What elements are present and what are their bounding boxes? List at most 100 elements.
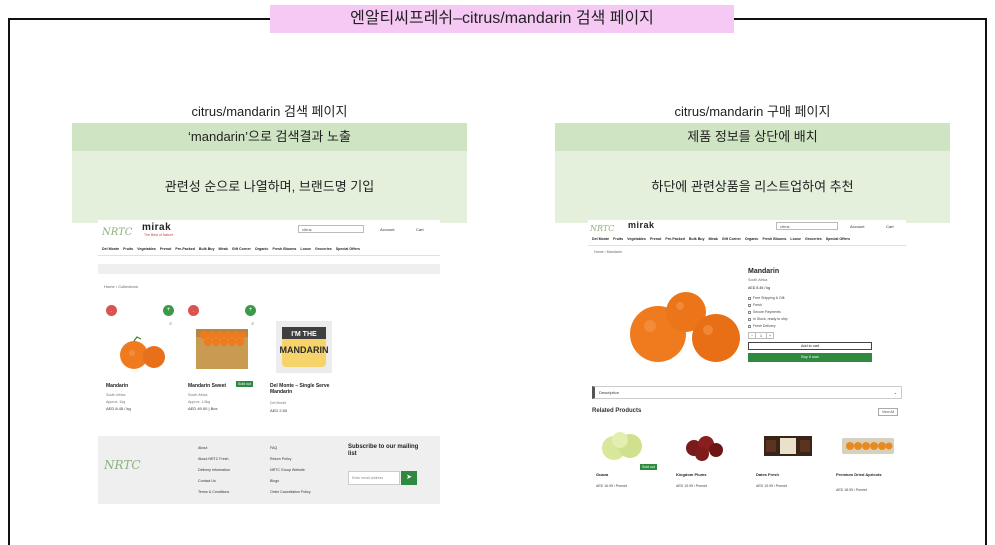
nav-item[interactable]: Loose [300, 247, 311, 251]
mirak-logo[interactable]: mirak [628, 220, 655, 230]
buy-now-button[interactable]: Buy it now [748, 353, 872, 362]
nav-item[interactable]: Mirak [708, 237, 717, 241]
footer-link[interactable]: Contact Us [198, 479, 230, 483]
nav-item[interactable]: Mirak [218, 247, 227, 251]
product-name[interactable]: Mandarin Sweet [188, 383, 256, 389]
product-image-mandarin-box[interactable] [186, 315, 258, 377]
footer-links-col-2: FAQ Return Policy NRTC Group Website Blo… [270, 446, 311, 501]
breadcrumb-separator: › [604, 250, 606, 254]
nav-item[interactable]: Bulk Buy [689, 237, 705, 241]
footer-link[interactable]: Delivery Information [198, 468, 230, 472]
nav-item[interactable]: Prenut [160, 247, 171, 251]
nav-item[interactable]: Gift Corner [722, 237, 741, 241]
product-origin: South Africa [748, 278, 768, 282]
subscribe-email-input[interactable]: Enter email address [348, 471, 400, 485]
related-product-name[interactable]: Kingdom Plums [676, 472, 736, 477]
nrtc-logo[interactable]: NRTC [590, 224, 614, 233]
footer-link[interactable]: About NRTC Fresh [198, 457, 230, 461]
quantity-input[interactable]: 1 [756, 332, 766, 339]
footer-link[interactable]: FAQ [270, 446, 311, 450]
related-image-apricots[interactable] [836, 426, 898, 464]
nav-item[interactable]: Pre-Packed [175, 247, 195, 251]
nav-item[interactable]: Special Offers [826, 237, 850, 241]
qty-plus-button[interactable]: + [766, 332, 774, 339]
product-image-mandarin[interactable] [104, 315, 176, 377]
product-card[interactable]: I'M THE MANDARIN Del Monte – Single Serv… [268, 305, 340, 425]
nav-item[interactable]: Organic [255, 247, 269, 251]
nav-item[interactable]: Bulk Buy [199, 247, 215, 251]
nav-item[interactable]: Fresh Blooms [272, 247, 296, 251]
cart-link[interactable]: Cart [886, 224, 894, 229]
add-to-cart-button[interactable]: Add to cart [748, 342, 872, 350]
related-product-price: AED 19.95 / Punnet [756, 484, 787, 488]
product-image-del-monte-cup[interactable]: I'M THE MANDARIN [268, 315, 340, 377]
product-name[interactable]: Mandarin [106, 383, 174, 389]
search-input[interactable]: citrus [776, 222, 838, 230]
view-all-button[interactable]: View All [878, 408, 899, 416]
nrtc-logo[interactable]: NRTC [102, 227, 132, 238]
nav-item[interactable]: Pre-Packed [665, 237, 685, 241]
product-main-image[interactable] [608, 282, 758, 372]
nav-item[interactable]: Loose [790, 237, 801, 241]
product-feature-row: In Stock, ready to ship [748, 317, 788, 321]
nav-item[interactable]: Vegetables [137, 247, 156, 251]
nav-item[interactable]: Vegetables [627, 237, 646, 241]
site-header: NRTC mirak The Best of Nature citrus Acc… [98, 220, 440, 240]
nav-item[interactable]: Fruits [613, 237, 623, 241]
footer-link[interactable]: Return Policy [270, 457, 311, 461]
category-nav: Del Monte Fruits Vegetables Prenut Pre-Packe… [98, 246, 440, 256]
nav-item[interactable]: Fruits [123, 247, 133, 251]
svg-text:MANDARIN: MANDARIN [280, 345, 329, 355]
related-product-card[interactable]: Sold out Guava AED 16.95 / Punnet [596, 426, 658, 496]
nav-item[interactable]: Special Offers [336, 247, 360, 251]
breadcrumb-current: Collections [118, 284, 138, 289]
related-product-card[interactable]: Kingdom Plums AED 19.95 / Punnet [676, 426, 738, 496]
cart-link[interactable]: Cart [416, 227, 424, 232]
related-image-guava[interactable] [596, 426, 658, 464]
nav-item[interactable]: Prenut [650, 237, 661, 241]
product-brand: South Africa [106, 393, 126, 397]
related-product-name[interactable]: Premium Dried Apricots [836, 472, 896, 477]
nav-item[interactable]: Gift Corner [232, 247, 251, 251]
related-products-title: Related Products [592, 408, 642, 414]
right-panel-caption: citrus/mandarin 구매 페이지 [674, 104, 831, 119]
nav-item[interactable]: Del Monte [592, 237, 609, 241]
footer-link[interactable]: Terms & Conditions [198, 490, 230, 494]
related-product-name[interactable]: Dates Fresh [756, 472, 816, 477]
svg-text:I'M THE: I'M THE [291, 331, 317, 338]
qty-minus-button[interactable]: − [748, 332, 756, 339]
nav-item[interactable]: Groceries [805, 237, 822, 241]
product-name[interactable]: Del Monte – Single Serve Mandarin [270, 383, 338, 395]
subscribe-send-button[interactable]: ➤ [401, 471, 417, 485]
product-card[interactable]: - + ⌕ Mandarin South Africa Approx. 1kg … [104, 305, 176, 425]
footer-link[interactable]: Blogs [270, 479, 311, 483]
nav-item[interactable]: Groceries [315, 247, 332, 251]
breadcrumb-separator: › [115, 284, 118, 289]
breadcrumb-home[interactable]: Home [104, 284, 115, 289]
product-brand: South Africa [188, 393, 208, 397]
description-label: Description [599, 390, 620, 395]
checkbox-icon [748, 303, 751, 307]
footer-link[interactable]: NRTC Group Website [270, 468, 311, 472]
related-product-name[interactable]: Guava [596, 472, 656, 477]
nav-item[interactable]: Fresh Blooms [762, 237, 786, 241]
related-product-card[interactable]: Dates Fresh AED 19.95 / Punnet [756, 426, 818, 496]
related-product-price: AED 19.95 / Punnet [676, 484, 707, 488]
breadcrumb-home[interactable]: Home [594, 250, 604, 254]
mirak-logo[interactable]: mirak [142, 222, 171, 233]
breadcrumb: Home › Mandarin [594, 250, 622, 254]
related-product-card[interactable]: Premium Dried Apricots AED 18.95 / Punne… [836, 426, 898, 496]
account-link[interactable]: Account [380, 227, 394, 232]
search-input[interactable]: citrus [298, 225, 364, 233]
account-link[interactable]: Account [850, 224, 864, 229]
related-image-plums[interactable] [676, 426, 738, 464]
description-accordion[interactable]: Description ⌄ [592, 386, 902, 399]
nav-item[interactable]: Del Monte [102, 247, 119, 251]
collection-banner [98, 264, 440, 274]
product-card[interactable]: - + ⌕ Sold out Mandarin Sweet South Afri… [186, 305, 258, 425]
footer-link[interactable]: Order Cancellation Policy [270, 490, 311, 494]
product-unit: Approx. 1kg [106, 400, 126, 404]
product-title: Mandarin [748, 268, 780, 275]
related-image-dates[interactable] [756, 426, 818, 464]
nav-item[interactable]: Organic [745, 237, 759, 241]
